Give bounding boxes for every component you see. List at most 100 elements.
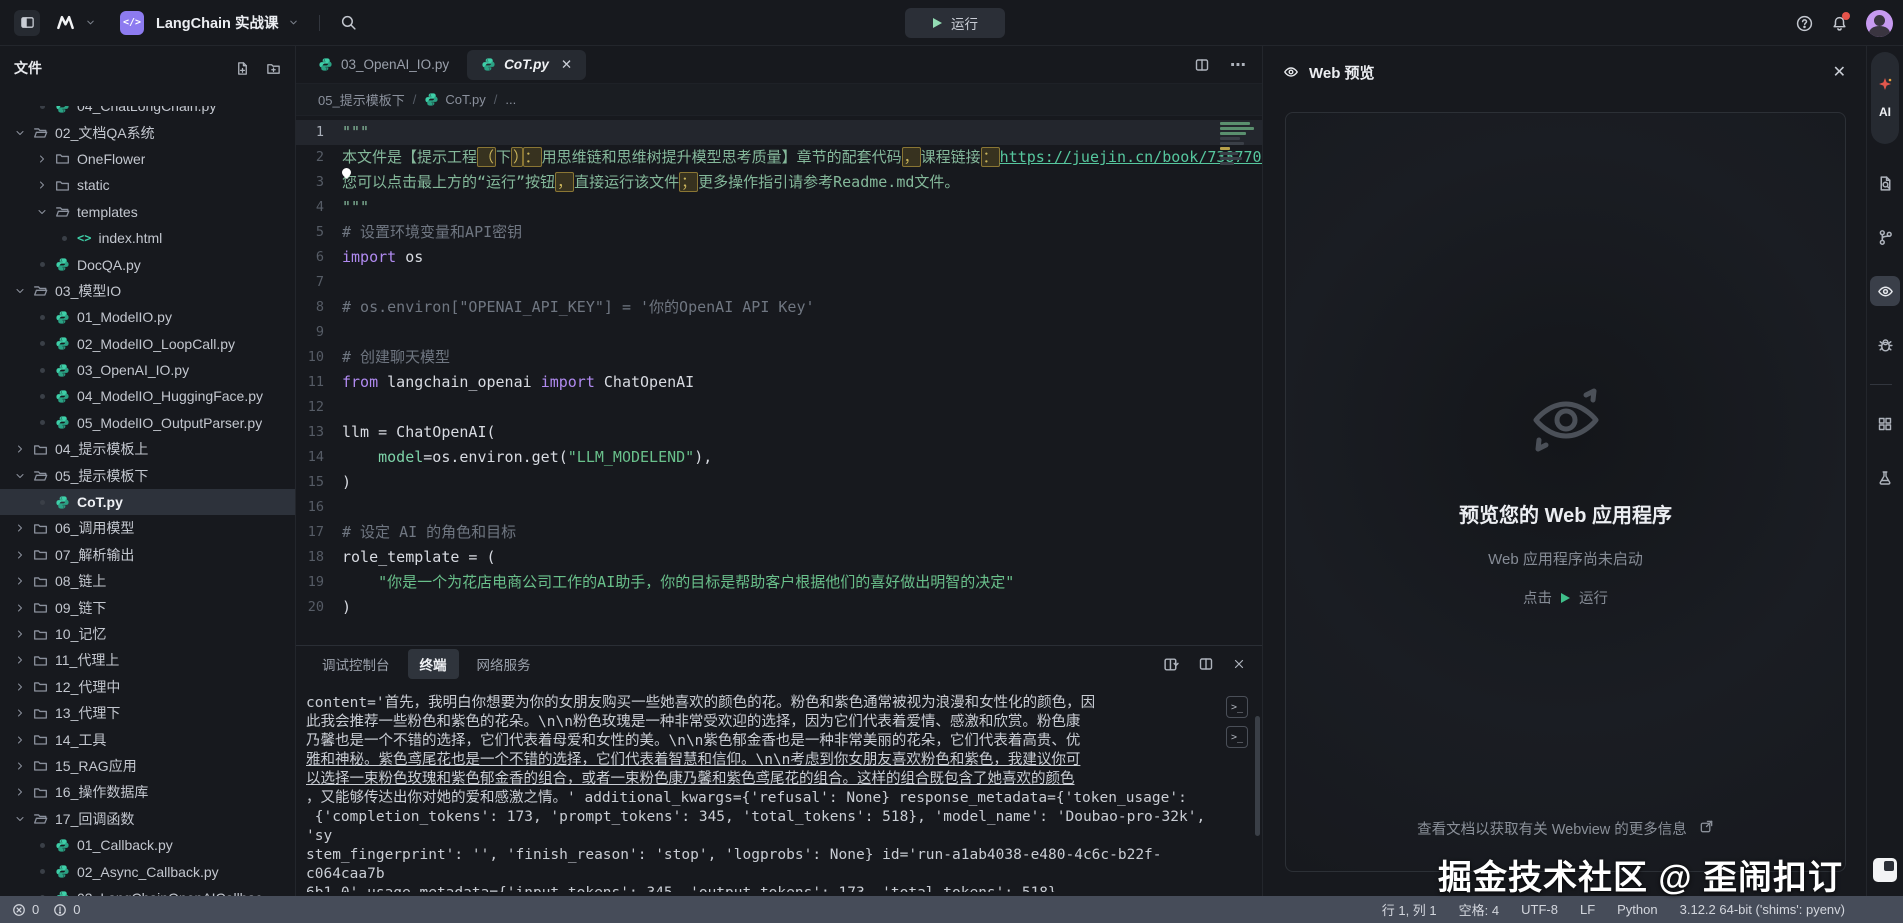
close-panel-icon[interactable] [1232, 657, 1246, 671]
tree-item[interactable]: 16_操作数据库 [0, 779, 295, 805]
breadcrumb-item[interactable]: 05_提示模板下 [318, 90, 405, 109]
code-line[interactable]: 4 """ [296, 195, 1262, 220]
breadcrumb-item[interactable]: CoT.py [424, 92, 485, 107]
marscode-logo-icon[interactable] [56, 13, 75, 32]
floating-widget-button[interactable] [1873, 858, 1897, 882]
ai-assistant-button[interactable]: AI [1871, 52, 1899, 144]
terminal-list-icon[interactable]: >_ [1226, 726, 1248, 748]
tree-item[interactable]: 05_提示模板下 [0, 462, 295, 488]
tree-item[interactable]: 07_解析输出 [0, 542, 295, 568]
tree-item[interactable]: 14_工具 [0, 726, 295, 752]
tree-item[interactable]: 13_代理下 [0, 700, 295, 726]
experiments-icon[interactable] [1870, 463, 1900, 493]
code-line[interactable]: 17 # 设定 AI 的角色和目标 [296, 520, 1262, 545]
code-editor[interactable]: 1 """ 2 本文件是【提示工程（下）：用思维链和思维树提升模型思考质量】章节… [296, 116, 1262, 645]
panel-layout-icon[interactable] [1198, 656, 1214, 672]
close-preview-icon[interactable]: ✕ [1833, 62, 1846, 82]
minimap[interactable] [1220, 120, 1256, 167]
status-item[interactable]: UTF-8 [1521, 902, 1558, 917]
code-line[interactable]: 16 [296, 495, 1262, 520]
git-branch-icon[interactable] [1870, 222, 1900, 252]
tree-item[interactable]: 15_RAG应用 [0, 753, 295, 779]
avatar[interactable] [1866, 10, 1893, 37]
notifications-button[interactable] [1831, 15, 1848, 32]
tree-item[interactable]: 02_文档QA系统 [0, 119, 295, 145]
tree-item[interactable]: 09_链下 [0, 594, 295, 620]
code-line[interactable]: 6 import os [296, 245, 1262, 270]
code-line[interactable]: 8 # os.environ["OPENAI_API_KEY"] = '你的Op… [296, 295, 1262, 320]
terminal-tab[interactable]: 网络服务 [465, 649, 543, 679]
warnings-icon[interactable] [53, 903, 67, 917]
search-icon[interactable] [340, 14, 357, 31]
tree-item[interactable]: 03_LangChainOpenAICallback... [0, 885, 295, 896]
code-line[interactable]: 13 llm = ChatOpenAI( [296, 420, 1262, 445]
code-line[interactable]: 1 """ [296, 120, 1262, 145]
warning-count[interactable]: 0 [73, 902, 80, 917]
tree-item[interactable]: 10_记忆 [0, 621, 295, 647]
tree-item[interactable]: templates [0, 199, 295, 225]
tree-item[interactable]: <>index.html [0, 225, 295, 251]
tree-item[interactable]: 04_提示模板上 [0, 436, 295, 462]
status-item[interactable]: Python [1617, 902, 1657, 917]
code-line[interactable]: 7 [296, 270, 1262, 295]
new-terminal-icon[interactable]: >_ [1226, 696, 1248, 718]
status-item[interactable]: 空格: 4 [1459, 900, 1499, 919]
webview-doc-link[interactable]: 查看文档以获取有关 Webview 的更多信息 [1286, 818, 1845, 839]
sidebar-toggle-button[interactable] [14, 10, 40, 36]
terminal-output[interactable]: content='首先，我明白你想要为你的女朋友购买一些她喜欢的颜色的花。粉色和… [306, 694, 1216, 892]
preview-run-hint[interactable]: 点击 运行 [1523, 587, 1608, 608]
tree-item[interactable]: 04_ChatLongChain.py [0, 106, 295, 119]
file-search-icon[interactable] [1870, 168, 1900, 198]
code-line[interactable]: 2 本文件是【提示工程（下）：用思维链和思维树提升模型思考质量】章节的配套代码，… [296, 145, 1262, 170]
code-line[interactable]: 5 # 设置环境变量和API密钥 [296, 220, 1262, 245]
split-terminal-icon[interactable] [1163, 656, 1180, 673]
tree-item[interactable]: 11_代理上 [0, 647, 295, 673]
code-line[interactable]: 12 [296, 395, 1262, 420]
more-actions-icon[interactable]: ⋯ [1230, 55, 1248, 75]
code-line[interactable]: 11 from langchain_openai import ChatOpen… [296, 370, 1262, 395]
code-line[interactable]: 3 您可以点击最上方的“运行”按钮，直接运行该文件；更多操作指引请参考Readm… [296, 170, 1262, 195]
tree-item[interactable]: 02_Async_Callback.py [0, 858, 295, 884]
code-line[interactable]: 15 ) [296, 470, 1262, 495]
chevron-down-icon[interactable] [85, 17, 96, 28]
bug-icon[interactable] [1870, 330, 1900, 360]
status-item[interactable]: LF [1580, 902, 1595, 917]
new-folder-icon[interactable] [266, 61, 281, 76]
code-line[interactable]: 14 model=os.environ.get("LLM_MODELEND"), [296, 445, 1262, 470]
tree-item[interactable]: 06_调用模型 [0, 515, 295, 541]
tree-item[interactable]: 17_回调函数 [0, 806, 295, 832]
tree-item[interactable]: 03_OpenAI_IO.py [0, 357, 295, 383]
tree-item[interactable]: 01_ModelIO.py [0, 304, 295, 330]
split-editor-icon[interactable] [1194, 57, 1210, 73]
tree-item[interactable]: 04_ModelIO_HuggingFace.py [0, 383, 295, 409]
status-item[interactable]: 行 1, 列 1 [1382, 900, 1437, 919]
terminal-tab[interactable]: 终端 [408, 649, 459, 679]
web-preview-icon[interactable] [1870, 276, 1900, 306]
help-icon[interactable] [1796, 15, 1813, 32]
tree-item[interactable]: DocQA.py [0, 251, 295, 277]
code-line[interactable]: 10 # 创建聊天模型 [296, 345, 1262, 370]
tree-item[interactable]: 05_ModelIO_OutputParser.py [0, 410, 295, 436]
run-button[interactable]: 运行 [905, 8, 1005, 38]
error-count[interactable]: 0 [32, 902, 39, 917]
tree-item[interactable]: 08_链上 [0, 568, 295, 594]
tree-item[interactable]: OneFlower [0, 146, 295, 172]
new-file-icon[interactable] [235, 61, 250, 76]
status-item[interactable]: 3.12.2 64-bit ('shims': pyenv) [1680, 902, 1845, 917]
tree-item[interactable]: CoT.py [0, 489, 295, 515]
editor-tab[interactable]: 03_OpenAI_IO.py [304, 50, 463, 80]
tree-item[interactable]: 03_模型IO [0, 278, 295, 304]
tree-item[interactable]: 02_ModelIO_LoopCall.py [0, 331, 295, 357]
close-tab-icon[interactable]: ✕ [561, 57, 572, 73]
terminal-tab[interactable]: 调试控制台 [310, 649, 402, 679]
extensions-icon[interactable] [1870, 409, 1900, 439]
tree-item[interactable]: 01_Callback.py [0, 832, 295, 858]
chevron-down-icon[interactable] [288, 17, 299, 28]
code-line[interactable]: 19 "你是一个为花店电商公司工作的AI助手，你的目标是帮助客户根据他们的喜好做… [296, 570, 1262, 595]
terminal-scrollbar[interactable] [1255, 716, 1260, 836]
tree-item[interactable]: 12_代理中 [0, 674, 295, 700]
errors-icon[interactable] [12, 903, 26, 917]
code-line[interactable]: 20 ) [296, 595, 1262, 620]
project-name[interactable]: LangChain 实战课 [156, 12, 278, 33]
code-line[interactable]: 18 role_template = ( [296, 545, 1262, 570]
